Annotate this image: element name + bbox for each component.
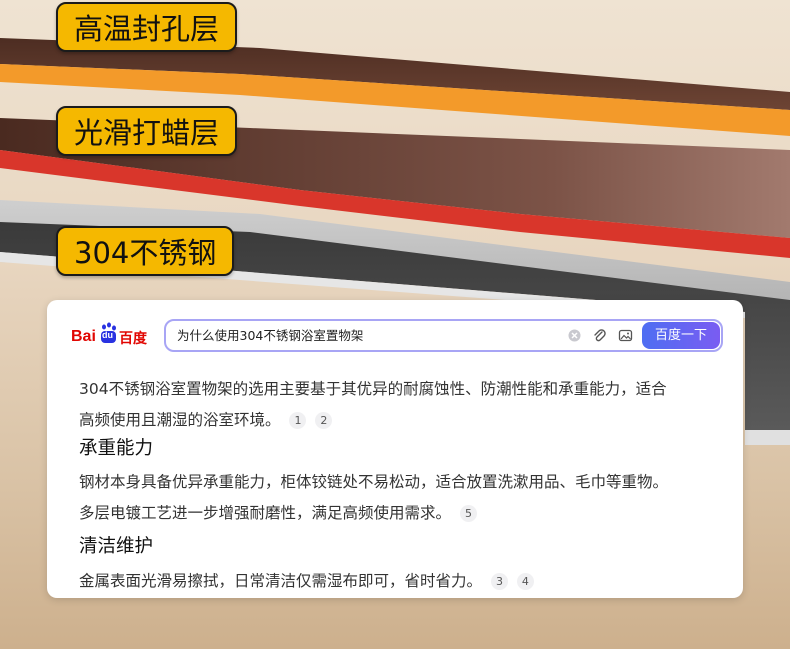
section-title-cleaning: 清洁维护	[79, 536, 154, 557]
intro-line2-text: 高频使用且潮湿的浴室环境。	[79, 411, 281, 429]
section-title-load-capacity: 承重能力	[79, 438, 154, 459]
section2-line1: 金属表面光滑易擦拭，日常清洁仅需湿布即可，省时省力。 3 4	[79, 569, 534, 591]
search-input[interactable]: 为什么使用304不锈钢浴室置物架	[177, 321, 363, 350]
clear-icon[interactable]	[567, 328, 582, 343]
smooth-layer-label: 光滑打蜡层	[56, 106, 238, 156]
baidu-paw-icon: du	[99, 322, 117, 344]
image-search-icon[interactable]	[618, 328, 633, 343]
search-button[interactable]: 百度一下	[642, 322, 720, 349]
citation-badge[interactable]: 4	[516, 573, 534, 590]
coating-layer-label: 高温封孔层	[56, 2, 238, 52]
section1-line2-text: 多层电镀工艺进一步增强耐磨性，满足高频使用需求。	[79, 504, 452, 522]
logo-text-baidu: 百度	[119, 331, 147, 347]
attachment-icon[interactable]	[592, 328, 607, 343]
answer-intro-line2: 高频使用且潮湿的浴室环境。 1 2	[79, 408, 333, 430]
citation-badge[interactable]: 3	[490, 573, 508, 590]
logo-text-bai: Bai	[71, 328, 96, 345]
search-result-card: Bai du 百度 为什么使用304不锈钢浴室置物架 百度一下 304不锈钢浴室…	[47, 300, 743, 598]
citation-badge[interactable]: 5	[459, 505, 477, 522]
citation-badge[interactable]: 2	[315, 412, 333, 429]
answer-intro-line1: 304不锈钢浴室置物架的选用主要基于其优异的耐腐蚀性、防潮性能和承重能力，适合	[79, 380, 667, 398]
section1-line1: 钢材本身具备优异承重能力，柜体铰链处不易松动，适合放置洗漱用品、毛巾等重物。	[79, 473, 669, 491]
steel-layer-label: 304不锈钢	[56, 226, 235, 276]
logo-text-du: du	[102, 330, 113, 340]
section1-line2: 多层电镀工艺进一步增强耐磨性，满足高频使用需求。 5	[79, 501, 477, 523]
section2-line1-text: 金属表面光滑易擦拭，日常清洁仅需湿布即可，省时省力。	[79, 572, 483, 590]
search-bar[interactable]: 为什么使用304不锈钢浴室置物架 百度一下	[164, 319, 723, 352]
citation-badge[interactable]: 1	[289, 412, 307, 429]
